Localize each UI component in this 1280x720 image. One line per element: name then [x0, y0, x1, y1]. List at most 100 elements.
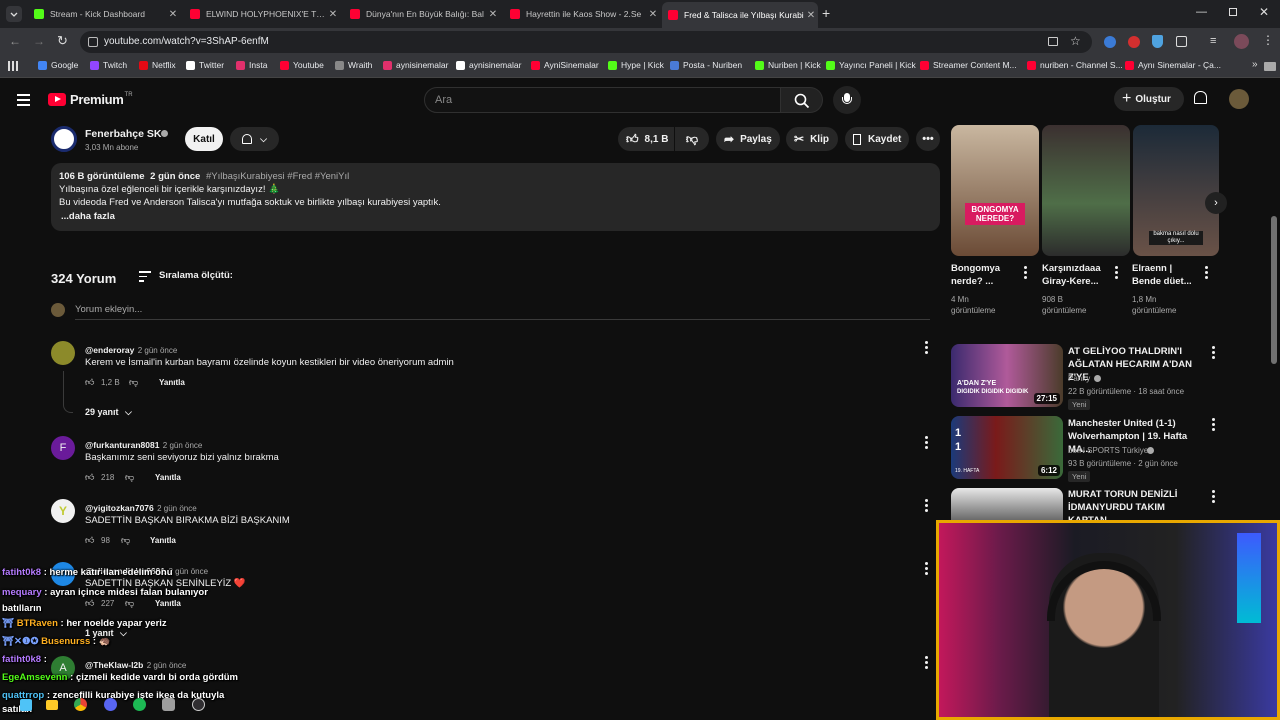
video-thumbnail[interactable] — [951, 488, 1063, 520]
hashtags[interactable]: #YılbaşıKurabiyesi #Fred #YeniYıl — [206, 171, 349, 182]
close-icon[interactable]: ✕ — [804, 10, 818, 21]
show-more-link[interactable]: ...daha fazla — [61, 211, 115, 222]
browser-tab[interactable]: ELWIND HOLYPHOENIX'E TEK A ✕ — [184, 4, 340, 24]
account-avatar[interactable] — [1229, 89, 1249, 109]
notifications-bell-icon[interactable] — [1194, 91, 1207, 104]
close-icon[interactable]: ✕ — [166, 9, 180, 20]
search-button[interactable] — [781, 87, 823, 113]
bookmark-item[interactable]: Twitter — [186, 60, 224, 70]
short-menu-icon[interactable] — [1205, 266, 1209, 281]
file-explorer-icon[interactable] — [46, 700, 58, 710]
video-menu-icon[interactable] — [1212, 346, 1216, 361]
reply-button[interactable]: Yanıtla — [155, 473, 181, 482]
media-controls-icon[interactable]: ≡ — [1210, 35, 1216, 47]
comment-avatar[interactable]: F — [51, 436, 75, 460]
reload-button[interactable]: ↻ — [57, 33, 68, 49]
more-bookmarks-icon[interactable]: » — [1252, 59, 1258, 70]
app-icon[interactable] — [162, 698, 175, 711]
bookmark-item[interactable]: Insta — [236, 60, 267, 70]
bookmark-item[interactable]: aynisinemalar — [383, 60, 448, 70]
browser-menu-icon[interactable]: ⋮ — [1262, 33, 1274, 47]
short-menu-icon[interactable] — [1115, 266, 1119, 281]
thumbs-down-icon[interactable]: 👎︎ — [121, 535, 130, 546]
address-bar[interactable]: youtube.com/watch?v=3ShAP-6enfM ☆ — [80, 31, 1092, 53]
thumbs-down-icon[interactable]: 👎︎ — [125, 472, 134, 483]
comment-author[interactable]: @TheKlaw-l2b — [85, 660, 143, 670]
bookmark-item[interactable]: nuriben - Channel S... — [1027, 60, 1123, 70]
tab-search-button[interactable] — [6, 6, 22, 22]
bookmark-item[interactable]: Twitch — [90, 60, 127, 70]
browser-tab[interactable]: Hayrettin ile Kaos Show - 2.Se ✕ — [504, 4, 660, 24]
bookmark-item[interactable]: Streamer Content M... — [920, 60, 1017, 70]
short-title[interactable]: Elraenn | Bende düet... — [1132, 262, 1202, 288]
thumbs-down-icon[interactable]: 👎︎ — [129, 377, 138, 388]
comment-avatar[interactable]: Y — [51, 499, 75, 523]
browser-tab[interactable]: Stream - Kick Dashboard ✕ — [28, 4, 180, 24]
minimize-button[interactable]: — — [1196, 6, 1207, 18]
bookmark-item[interactable]: Hype | Kick — [608, 60, 664, 70]
short-menu-icon[interactable] — [1024, 266, 1028, 281]
comment-menu-icon[interactable] — [925, 656, 929, 671]
comment-author[interactable]: @enderoray — [85, 345, 134, 355]
shelf-next-button[interactable]: › — [1205, 192, 1227, 214]
bookmark-item[interactable]: Youtube — [280, 60, 324, 70]
sort-button[interactable]: Sıralama ölçütü: — [159, 270, 233, 281]
video-channel[interactable]: beIN SPORTS Türkiye — [1068, 445, 1148, 456]
comment-age[interactable]: 2 gün önce — [157, 504, 197, 513]
more-actions-button[interactable]: ••• — [916, 127, 940, 151]
add-comment-input[interactable]: Yorum ekleyin... — [75, 304, 142, 315]
bookmark-item[interactable]: Wraith — [335, 60, 372, 70]
thumbs-up-icon[interactable]: 👍︎ — [85, 472, 94, 483]
bookmark-item[interactable]: aynisinemalar — [456, 60, 521, 70]
short-title[interactable]: Bongomya nerde? ... — [951, 262, 1019, 288]
video-channel[interactable]: Panky — [1068, 373, 1090, 384]
browser-tab-active[interactable]: Fred & Talisca ile Yılbaşı Kurabi ✕ — [662, 2, 818, 28]
close-window-button[interactable]: ✕ — [1259, 5, 1269, 19]
spotify-icon[interactable] — [133, 698, 146, 711]
reply-button[interactable]: Yanıtla — [150, 536, 176, 545]
video-menu-icon[interactable] — [1212, 418, 1216, 433]
bookmark-item[interactable]: Nuriben | Kick — [755, 60, 821, 70]
chrome-icon[interactable] — [74, 698, 87, 711]
extensions-puzzle-icon[interactable] — [1176, 36, 1187, 47]
extension-icon[interactable] — [1128, 36, 1140, 48]
save-button[interactable]: Kaydet — [845, 127, 909, 151]
thumbs-up-icon[interactable]: 👍︎ — [85, 535, 94, 546]
like-button[interactable]: 👍︎ 8,1 B — [618, 127, 674, 151]
comment-menu-icon[interactable] — [925, 436, 929, 451]
comment-avatar[interactable] — [51, 341, 75, 365]
join-button[interactable]: Katıl — [185, 127, 223, 151]
extension-icon[interactable] — [1104, 36, 1116, 48]
profile-avatar-icon[interactable] — [1234, 34, 1249, 49]
channel-name[interactable]: Fenerbahçe SK — [85, 128, 161, 140]
description-box[interactable]: 106 B görüntüleme 2 gün önce #YılbaşıKur… — [51, 163, 940, 231]
voice-search-button[interactable] — [833, 86, 861, 114]
short-thumbnail[interactable]: bakma nasıl dolu çıkıy... — [1133, 125, 1219, 256]
comment-author[interactable]: @yigitozkan7076 — [85, 503, 154, 513]
bookmark-item[interactable]: AyniSinemalar — [531, 60, 599, 70]
comment-menu-icon[interactable] — [925, 562, 929, 577]
bookmark-item[interactable]: Posta - Nuriben — [670, 60, 742, 70]
search-input[interactable]: Ara — [424, 87, 781, 113]
short-thumbnail[interactable] — [1042, 125, 1130, 256]
thumbs-up-icon[interactable]: 👍︎ — [85, 377, 94, 388]
comment-age[interactable]: 2 gün önce — [163, 441, 203, 450]
close-icon[interactable]: ✕ — [486, 9, 500, 20]
youtube-logo[interactable]: Premium TR — [48, 92, 133, 107]
clip-button[interactable]: ✂ Klip — [786, 127, 838, 151]
obs-icon[interactable] — [192, 698, 205, 711]
forward-button[interactable]: → — [33, 34, 45, 48]
video-thumbnail[interactable]: A'DAN Z'YE DIGIDIK DIGIDIK DIGIDIK 27:15 — [951, 344, 1063, 407]
view-replies-button[interactable]: 29 yanıt ⌵ — [85, 407, 132, 418]
comment-menu-icon[interactable] — [925, 341, 929, 356]
hamburger-menu-icon[interactable] — [17, 94, 30, 106]
page-scrollbar[interactable] — [1271, 216, 1277, 364]
new-tab-button[interactable]: + — [822, 5, 830, 21]
start-button-icon[interactable] — [20, 699, 32, 711]
all-bookmarks-folder-icon[interactable] — [1264, 62, 1276, 71]
reply-button[interactable]: Yanıtla — [159, 378, 185, 387]
install-app-icon[interactable] — [1048, 37, 1058, 46]
bookmark-star-icon[interactable]: ☆ — [1070, 34, 1081, 48]
comment-age[interactable]: 2 gün önce — [138, 346, 178, 355]
discord-icon[interactable] — [104, 698, 117, 711]
